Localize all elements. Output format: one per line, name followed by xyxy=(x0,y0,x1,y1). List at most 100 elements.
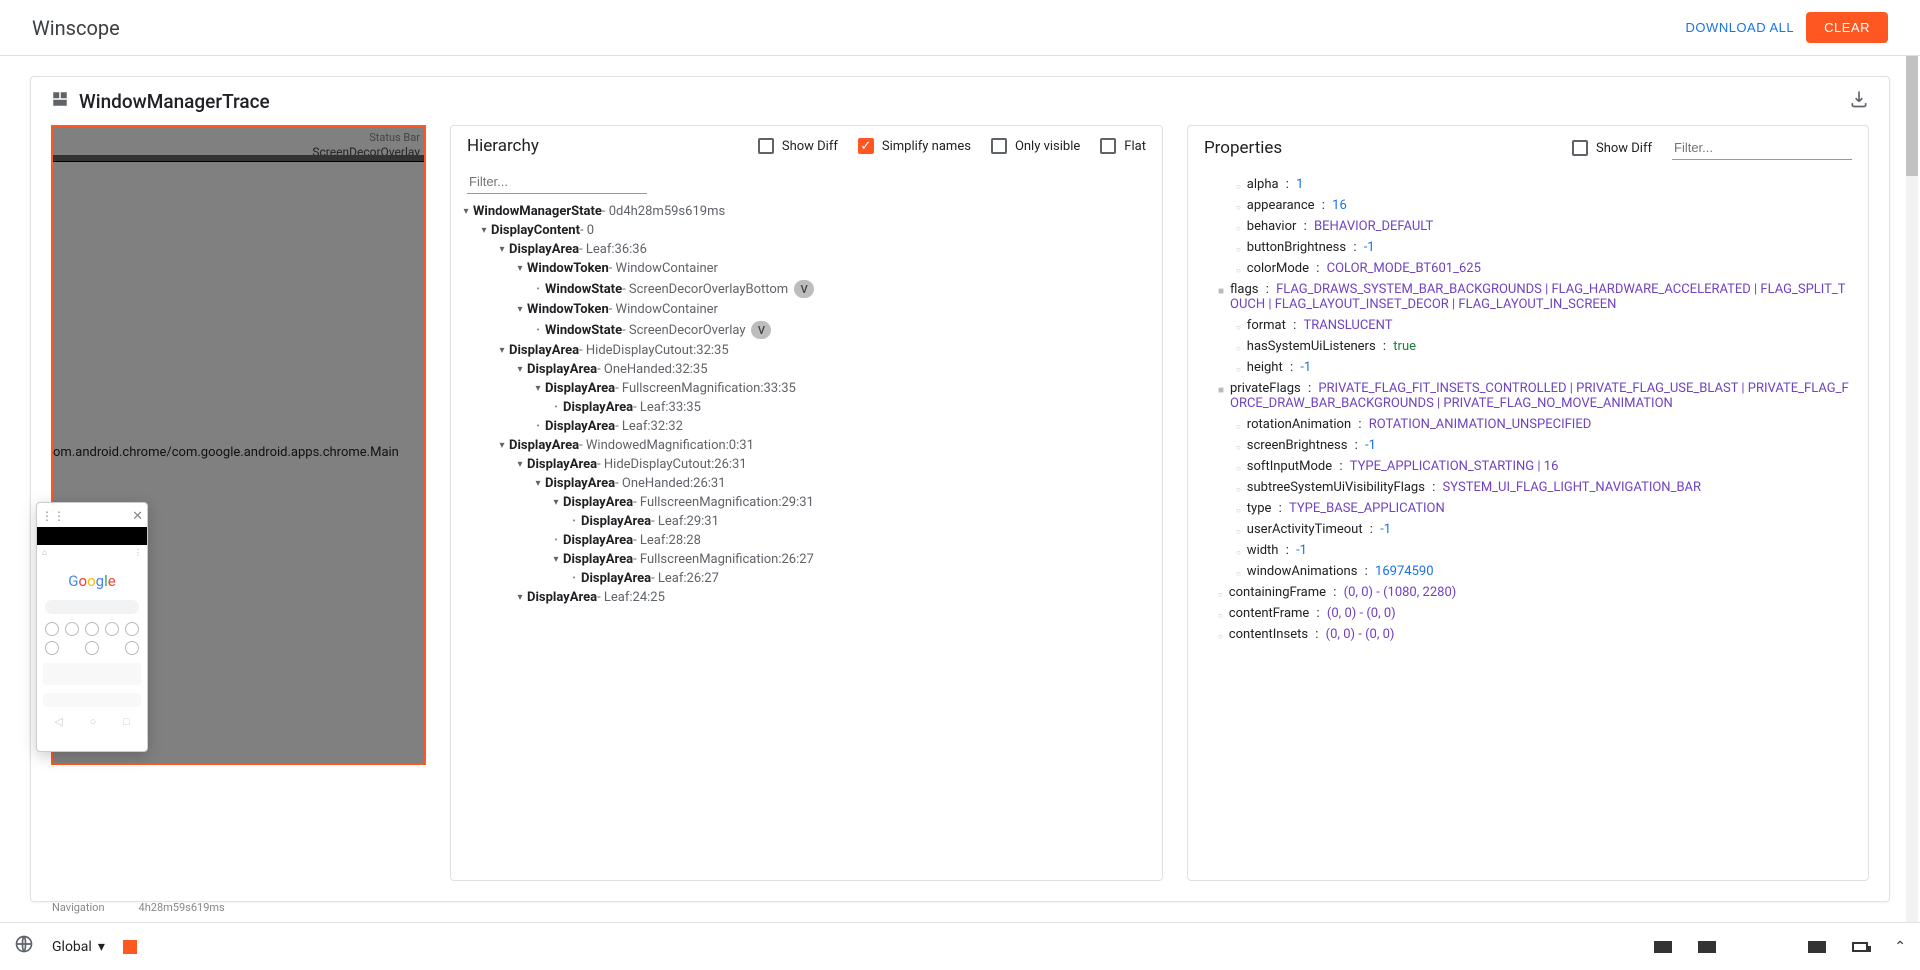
chevron-down-icon: ▾ xyxy=(98,939,105,955)
property-row[interactable]: ○userActivityTimeout : -1 xyxy=(1218,519,1852,540)
tree-node[interactable]: •WindowState - ScreenDecorOverlayV xyxy=(455,319,1152,341)
expand-icon[interactable]: ▾ xyxy=(513,364,527,375)
footer-right: ⌃ xyxy=(1654,939,1906,955)
tree-node[interactable]: •WindowState - ScreenDecorOverlayBottomV xyxy=(455,278,1152,300)
property-row[interactable]: ○hasSystemUiListeners : true xyxy=(1218,336,1852,357)
property-row[interactable]: ○behavior : BEHAVIOR_DEFAULT xyxy=(1218,216,1852,237)
mini-preview-window[interactable]: ⋮⋮ ✕ ⌂⋮ Google ◁○□ xyxy=(36,502,148,752)
visibility-badge: V xyxy=(751,321,771,339)
property-row[interactable]: ■privateFlags : PRIVATE_FLAG_FIT_INSETS_… xyxy=(1218,378,1852,414)
tree-node[interactable]: ▾WindowToken - WindowContainer xyxy=(455,259,1152,278)
property-row[interactable]: ○softInputMode : TYPE_APPLICATION_STARTI… xyxy=(1218,456,1852,477)
tree-node[interactable]: •DisplayArea - Leaf:28:28 xyxy=(455,531,1152,550)
clear-button[interactable]: CLEAR xyxy=(1806,12,1888,43)
bullet-icon: • xyxy=(531,325,545,336)
tree-node[interactable]: •DisplayArea - Leaf:26:27 xyxy=(455,569,1152,588)
tree-node[interactable]: ▾DisplayArea - WindowedMagnification:0:3… xyxy=(455,436,1152,455)
global-select[interactable]: Global ▾ xyxy=(52,939,105,955)
tree-node[interactable]: •DisplayArea - Leaf:29:31 xyxy=(455,512,1152,531)
hierarchy-filter-input[interactable] xyxy=(467,170,647,194)
tree-node[interactable]: ▾DisplayArea - FullscreenMagnification:2… xyxy=(455,493,1152,512)
expand-icon[interactable]: ▾ xyxy=(549,497,563,508)
bullet-icon: • xyxy=(567,573,581,584)
property-row[interactable]: ○windowAnimations : 16974590 xyxy=(1218,561,1852,582)
props-show-diff-checkbox[interactable]: Show Diff xyxy=(1572,140,1652,156)
property-row[interactable]: ○subtreeSystemUiVisibilityFlags : SYSTEM… xyxy=(1218,477,1852,498)
expand-icon[interactable]: ▾ xyxy=(513,263,527,274)
expand-icon[interactable]: ▾ xyxy=(495,244,509,255)
property-row[interactable]: ○contentFrame : (0, 0) - (0, 0) xyxy=(1218,603,1852,624)
time-label: 4h28m59s619ms xyxy=(139,901,225,914)
content-area: WindowManagerTrace Status Bar ScreenDeco… xyxy=(0,56,1920,922)
tree-node[interactable]: ▾WindowToken - WindowContainer xyxy=(455,300,1152,319)
property-row[interactable]: ○rotationAnimation : ROTATION_ANIMATION_… xyxy=(1218,414,1852,435)
download-all-button[interactable]: DOWNLOAD ALL xyxy=(1686,20,1795,35)
property-row[interactable]: ○width : -1 xyxy=(1218,540,1852,561)
properties-filter-input[interactable] xyxy=(1672,136,1852,160)
trace-title: WindowManagerTrace xyxy=(79,90,270,113)
tree-node[interactable]: ▾WindowManagerState - 0d4h28m59s619ms xyxy=(455,202,1152,221)
flat-checkbox[interactable]: Flat xyxy=(1100,138,1146,154)
tree-node[interactable]: ▾DisplayArea - FullscreenMagnification:2… xyxy=(455,550,1152,569)
expand-icon[interactable]: ▾ xyxy=(513,304,527,315)
expand-icon[interactable]: ▾ xyxy=(459,206,473,217)
preview-status-label: Status Bar xyxy=(369,131,420,144)
expand-icon[interactable]: ▾ xyxy=(477,225,491,236)
tree-node[interactable]: •DisplayArea - Leaf:33:35 xyxy=(455,398,1152,417)
header-actions: DOWNLOAD ALL CLEAR xyxy=(1686,12,1888,43)
footer-icon-1[interactable] xyxy=(1654,941,1672,953)
hierarchy-tree[interactable]: ▾WindowManagerState - 0d4h28m59s619ms▾Di… xyxy=(451,202,1162,880)
property-row[interactable]: ○contentInsets : (0, 0) - (0, 0) xyxy=(1218,624,1852,645)
download-icon[interactable] xyxy=(1849,89,1869,113)
globe-icon[interactable] xyxy=(14,934,34,959)
footer-icon-4[interactable] xyxy=(1852,942,1868,952)
tree-node[interactable]: •DisplayArea - Leaf:32:32 xyxy=(455,417,1152,436)
expand-icon[interactable]: ▾ xyxy=(531,478,545,489)
simplify-checkbox[interactable]: ✓Simplify names xyxy=(858,138,971,154)
expand-icon[interactable]: ▾ xyxy=(513,459,527,470)
tree-node[interactable]: ▾DisplayArea - OneHanded:32:35 xyxy=(455,360,1152,379)
tree-node[interactable]: ▾DisplayContent - 0 xyxy=(455,221,1152,240)
property-row[interactable]: ○height : -1 xyxy=(1218,357,1852,378)
page-scrollbar[interactable] xyxy=(1906,56,1918,922)
expand-icon[interactable]: ▾ xyxy=(549,554,563,565)
footer-bar: Navigation 4h28m59s619ms Global ▾ ⌃ xyxy=(0,922,1920,970)
property-row[interactable]: ○format : TRANSLUCENT xyxy=(1218,315,1852,336)
show-diff-checkbox[interactable]: Show Diff xyxy=(758,138,838,154)
expand-icon[interactable]: ▾ xyxy=(513,592,527,603)
property-row[interactable]: ○containingFrame : (0, 0) - (1080, 2280) xyxy=(1218,582,1852,603)
property-row[interactable]: ○appearance : 16 xyxy=(1218,195,1852,216)
property-row[interactable]: ○colorMode : COLOR_MODE_BT601_625 xyxy=(1218,258,1852,279)
expand-icon[interactable]: ▾ xyxy=(531,383,545,394)
tree-node[interactable]: ▾DisplayArea - HideDisplayCutout:26:31 xyxy=(455,455,1152,474)
hierarchy-header: Hierarchy Show Diff ✓Simplify names Only… xyxy=(451,126,1162,166)
hierarchy-panel: Hierarchy Show Diff ✓Simplify names Only… xyxy=(450,125,1163,881)
visibility-badge: V xyxy=(794,280,814,298)
property-row[interactable]: ■flags : FLAG_DRAWS_SYSTEM_BAR_BACKGROUN… xyxy=(1218,279,1852,315)
only-visible-checkbox[interactable]: Only visible xyxy=(991,138,1080,154)
drag-handle-icon[interactable]: ⋮⋮ xyxy=(41,509,65,523)
tree-node[interactable]: ▾DisplayArea - HideDisplayCutout:32:35 xyxy=(455,341,1152,360)
trace-card: WindowManagerTrace Status Bar ScreenDeco… xyxy=(30,76,1890,902)
timeline-marker[interactable] xyxy=(123,940,137,954)
expand-icon[interactable]: ▾ xyxy=(495,345,509,356)
chevron-up-icon[interactable]: ⌃ xyxy=(1894,939,1906,955)
tree-node[interactable]: ▾DisplayArea - Leaf:24:25 xyxy=(455,588,1152,607)
property-row[interactable]: ○buttonBrightness : -1 xyxy=(1218,237,1852,258)
trace-header: WindowManagerTrace xyxy=(31,77,1889,125)
properties-list[interactable]: ○alpha : 1○appearance : 16○behavior : BE… xyxy=(1188,170,1868,880)
expand-icon[interactable]: ▾ xyxy=(495,440,509,451)
properties-header: Properties Show Diff xyxy=(1188,126,1868,170)
tree-node[interactable]: ▾DisplayArea - Leaf:36:36 xyxy=(455,240,1152,259)
nav-label: Navigation xyxy=(52,901,105,914)
footer-icon-3[interactable] xyxy=(1808,941,1826,953)
close-icon[interactable]: ✕ xyxy=(132,509,143,524)
tree-node[interactable]: ▾DisplayArea - OneHanded:26:31 xyxy=(455,474,1152,493)
property-row[interactable]: ○type : TYPE_BASE_APPLICATION xyxy=(1218,498,1852,519)
bullet-icon: • xyxy=(531,284,545,295)
property-row[interactable]: ○alpha : 1 xyxy=(1218,174,1852,195)
property-row[interactable]: ○screenBrightness : -1 xyxy=(1218,435,1852,456)
footer-icon-2[interactable] xyxy=(1698,941,1716,953)
panels-row: Status Bar ScreenDecorOverlay om.android… xyxy=(31,125,1889,901)
tree-node[interactable]: ▾DisplayArea - FullscreenMagnification:3… xyxy=(455,379,1152,398)
